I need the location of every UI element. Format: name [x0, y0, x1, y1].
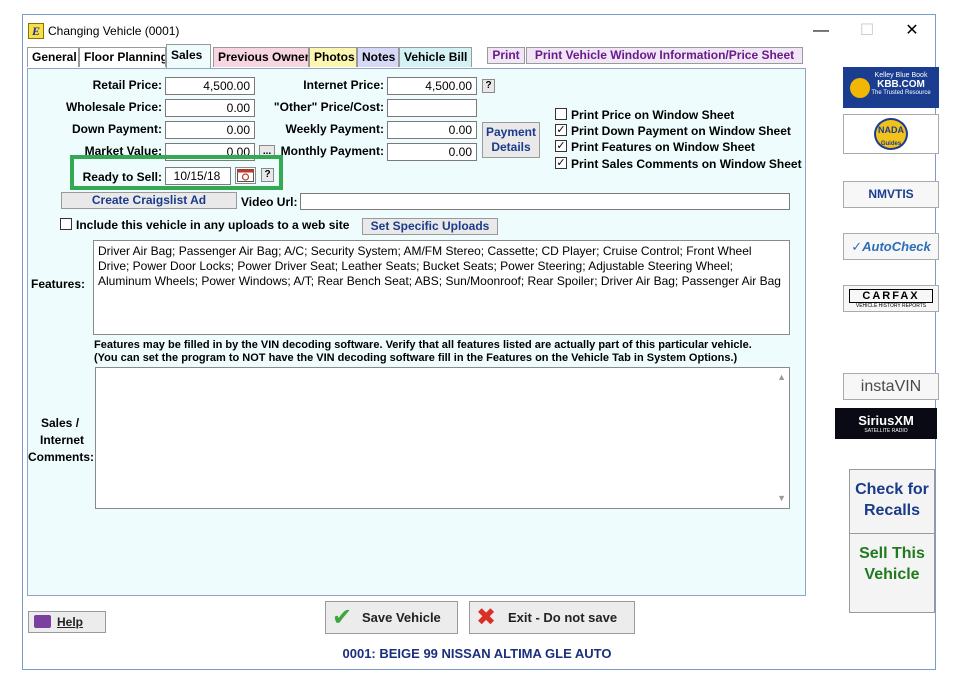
down-payment-label: Down Payment:	[71, 122, 162, 136]
print-down-payment-label: Print Down Payment on Window Sheet	[571, 124, 791, 138]
nada-sub-text: Guides	[880, 141, 902, 147]
vehicle-status-line: 0001: BEIGE 99 NISSAN ALTIMA GLE AUTO	[342, 646, 612, 661]
sell-this-vehicle-button[interactable]: Sell This Vehicle	[849, 533, 935, 613]
wholesale-price-label: Wholesale Price:	[65, 100, 162, 114]
weekly-payment-field[interactable]: 0.00	[387, 121, 477, 139]
monthly-payment-field[interactable]: 0.00	[387, 143, 477, 161]
sell-line2: Vehicle	[864, 566, 920, 583]
print-down-payment-checkbox[interactable]: ✓	[555, 124, 567, 136]
ready-to-sell-highlight	[70, 155, 283, 190]
print-button[interactable]: Print	[487, 47, 525, 64]
other-price-label: "Other" Price/Cost:	[273, 100, 384, 114]
carfax-button[interactable]: CARFAX VEHICLE HISTORY REPORTS	[843, 285, 939, 312]
tab-previous-owner[interactable]: Previous Owner	[213, 47, 309, 67]
nada-badge-icon: NADA Guides	[874, 118, 908, 150]
exit-x-icon: ✖	[476, 604, 497, 631]
siriusxm-text: SiriusXM	[858, 413, 914, 428]
other-price-field[interactable]	[387, 99, 477, 117]
minimize-button[interactable]: —	[798, 19, 844, 43]
video-url-label: Video Url:	[241, 195, 298, 209]
video-url-field[interactable]	[300, 193, 790, 210]
recalls-line2: Recalls	[863, 502, 921, 519]
scroll-up-icon[interactable]: ▲	[777, 370, 786, 385]
sell-line1: Sell This	[859, 545, 925, 562]
save-vehicle-button[interactable]: ✔ Save Vehicle	[325, 601, 458, 634]
sales-panel: Retail Price: 4,500.00 Wholesale Price: …	[27, 68, 806, 596]
help-label: Help	[57, 615, 84, 629]
nmvtis-button[interactable]: NMVTIS	[843, 181, 939, 208]
include-uploads-checkbox[interactable]	[60, 218, 72, 230]
carfax-text: CARFAX	[849, 289, 933, 303]
autocheck-button[interactable]: ✓AutoCheck	[843, 233, 939, 260]
exit-no-save-button[interactable]: ✖ Exit - Do not save	[469, 601, 635, 634]
monthly-payment-label: Monthly Payment:	[280, 144, 384, 158]
internet-price-label: Internet Price:	[303, 78, 384, 92]
internet-price-help-button[interactable]: ?	[482, 79, 495, 93]
features-note-line2: (You can set the program to NOT have the…	[94, 352, 738, 364]
nada-button[interactable]: NADA Guides	[843, 114, 939, 154]
tab-general[interactable]: General	[27, 47, 79, 67]
title-bar: E Changing Vehicle (0001) — ☐ ✕	[23, 15, 935, 47]
payment-details-button[interactable]: Payment Details	[482, 122, 540, 158]
print-price-label: Print Price on Window Sheet	[571, 108, 735, 122]
help-button[interactable]: Help	[28, 611, 106, 633]
sales-comments-textarea[interactable]: ▲ ▼	[95, 367, 790, 509]
create-craigslist-ad-button[interactable]: Create Craigslist Ad	[61, 192, 237, 209]
carfax-sub-text: VEHICLE HISTORY REPORTS	[855, 303, 927, 309]
print-features-label: Print Features on Window Sheet	[571, 140, 755, 154]
tab-vehicle-bill[interactable]: Vehicle Bill	[399, 47, 472, 67]
autocheck-text: AutoCheck	[862, 239, 931, 254]
comments-scrollbar[interactable]: ▲ ▼	[773, 368, 789, 508]
down-payment-field[interactable]: 0.00	[165, 121, 255, 139]
close-button[interactable]: ✕	[889, 19, 935, 43]
internet-price-field[interactable]: 4,500.00	[387, 77, 477, 95]
help-book-icon	[34, 615, 51, 628]
nada-text: NADA	[878, 125, 904, 135]
comments-label-line3: Comments:	[28, 450, 95, 464]
print-sales-comments-checkbox[interactable]: ✓	[555, 157, 567, 169]
tab-floor-planning[interactable]: Floor Planning	[79, 47, 166, 67]
kbb-main-text: KBB.COM	[877, 79, 925, 90]
features-textarea[interactable]: Driver Air Bag; Passenger Air Bag; A/C; …	[93, 240, 790, 335]
print-sales-comments-label: Print Sales Comments on Window Sheet	[571, 157, 802, 171]
retail-price-field[interactable]: 4,500.00	[165, 77, 255, 95]
comments-label-line1: Sales /	[41, 416, 80, 430]
kbb-top-text: Kelley Blue Book	[874, 72, 928, 79]
tab-sales[interactable]: Sales	[166, 44, 211, 68]
tab-notes[interactable]: Notes	[357, 47, 399, 67]
instavin-button[interactable]: instaVIN	[843, 373, 939, 400]
changing-vehicle-window: E Changing Vehicle (0001) — ☐ ✕ General …	[22, 14, 939, 670]
comments-label-line2: Internet	[40, 433, 85, 447]
print-features-checkbox[interactable]: ✓	[555, 140, 567, 152]
window-title: Changing Vehicle (0001)	[48, 24, 180, 38]
kbb-shield-icon	[850, 78, 870, 98]
features-note-line1: Features may be filled in by the VIN dec…	[94, 339, 752, 351]
recalls-line1: Check for	[855, 481, 929, 498]
scroll-down-icon[interactable]: ▼	[777, 491, 786, 506]
features-label: Features:	[31, 277, 86, 291]
app-logo-icon: E	[28, 23, 44, 39]
kbb-button[interactable]: Kelley Blue Book KBB.COM The Trusted Res…	[843, 67, 939, 108]
wholesale-price-field[interactable]: 0.00	[165, 99, 255, 117]
set-specific-uploads-button[interactable]: Set Specific Uploads	[362, 218, 498, 235]
kbb-sub-text: The Trusted Resource	[871, 90, 931, 96]
exit-label: Exit - Do not save	[508, 610, 618, 625]
siriusxm-button[interactable]: SiriusXM SATELLITE RADIO	[835, 408, 937, 439]
save-check-icon: ✔	[332, 604, 353, 631]
print-price-checkbox[interactable]	[555, 108, 567, 120]
autocheck-check-icon: ✓	[851, 239, 863, 254]
weekly-payment-label: Weekly Payment:	[285, 122, 385, 136]
siriusxm-sub-text: SATELLITE RADIO	[864, 428, 908, 434]
save-vehicle-label: Save Vehicle	[362, 610, 441, 625]
retail-price-label: Retail Price:	[92, 78, 162, 92]
maximize-button[interactable]: ☐	[844, 19, 890, 43]
tab-photos[interactable]: Photos	[309, 47, 357, 67]
print-window-sheet-button[interactable]: Print Vehicle Window Information/Price S…	[526, 47, 803, 64]
include-uploads-label: Include this vehicle in any uploads to a…	[76, 218, 350, 232]
